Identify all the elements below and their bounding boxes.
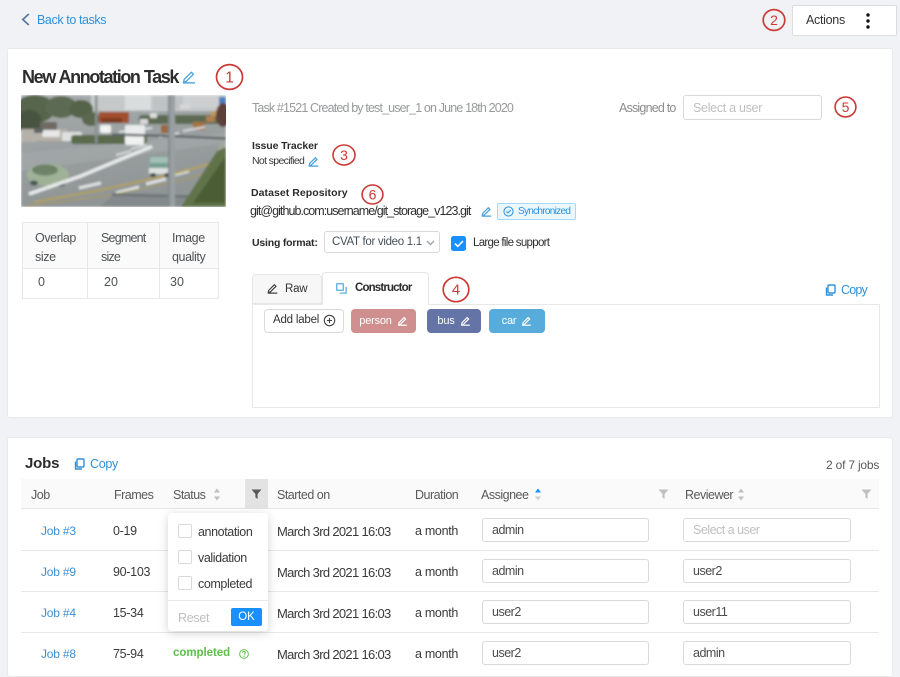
svg-text:1: 1 [225,69,234,86]
svg-text:6: 6 [369,186,377,202]
svg-text:4: 4 [452,282,460,299]
svg-text:5: 5 [842,99,850,115]
svg-text:3: 3 [340,147,348,163]
svg-text:2: 2 [770,12,778,28]
